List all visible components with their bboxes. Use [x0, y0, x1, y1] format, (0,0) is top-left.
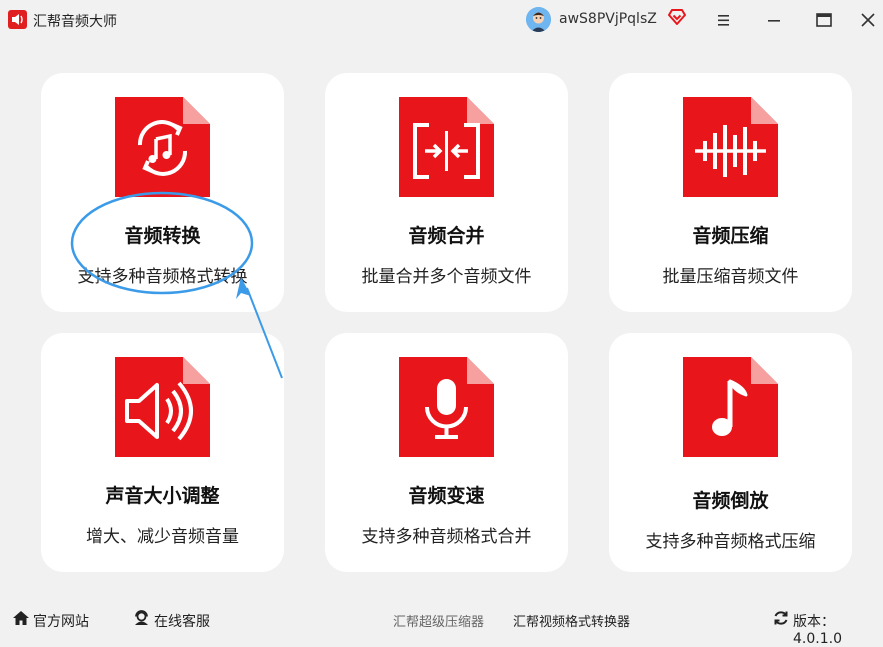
card-description: 批量压缩音频文件: [662, 267, 799, 287]
minimize-icon[interactable]: [764, 10, 784, 30]
card-audio-compress[interactable]: 音频压缩 批量压缩音频文件: [609, 73, 852, 312]
card-title: 音频倒放: [692, 490, 769, 512]
speaker-icon: [115, 357, 210, 457]
video-converter-link[interactable]: 汇帮视频格式转换器: [513, 611, 630, 630]
card-title: 音频转换: [124, 225, 201, 247]
card-description: 支持多种音频格式合并: [361, 527, 532, 547]
menu-icon[interactable]: [714, 10, 734, 30]
card-title: 音频压缩: [692, 225, 769, 247]
music-note-icon: [683, 357, 778, 457]
online-support-link[interactable]: 在线客服: [154, 611, 210, 631]
card-audio-reverse[interactable]: 音频倒放 支持多种音频格式压缩: [609, 333, 852, 572]
card-audio-convert[interactable]: 音频转换 支持多种音频格式转换: [41, 73, 284, 312]
card-audio-speed[interactable]: 音频变速 支持多种音频格式合并: [325, 333, 568, 572]
card-description: 支持多种音频格式压缩: [645, 532, 816, 552]
merge-icon: [399, 97, 494, 197]
microphone-icon: [399, 357, 494, 457]
close-icon[interactable]: [858, 10, 878, 30]
card-title: 声音大小调整: [105, 485, 220, 507]
card-description: 批量合并多个音频文件: [361, 267, 532, 287]
username-label: awS8PVjPqlsZ: [559, 11, 657, 27]
card-volume-adjust[interactable]: 声音大小调整 增大、减少音频音量: [41, 333, 284, 572]
vip-diamond-icon[interactable]: [667, 8, 687, 26]
refresh-icon[interactable]: [773, 610, 789, 626]
version-label: 版本：4.0.1.0: [793, 614, 842, 647]
card-description: 支持多种音频格式转换: [77, 267, 248, 287]
card-audio-merge[interactable]: 音频合并 批量合并多个音频文件: [325, 73, 568, 312]
waveform-icon: [683, 97, 778, 197]
super-compressor-link[interactable]: 汇帮超级压缩器: [393, 611, 484, 630]
official-website-link[interactable]: 官方网站: [33, 611, 89, 631]
app-logo-icon: [8, 10, 27, 29]
card-title: 音频变速: [408, 485, 485, 507]
music-convert-icon: [115, 97, 210, 197]
customer-service-icon: [135, 610, 148, 625]
app-title: 汇帮音频大师: [33, 14, 117, 30]
card-title: 音频合并: [408, 225, 485, 247]
footer-bar: 官方网站 在线客服 汇帮超级压缩器 汇帮视频格式转换器 版本：4.0.1.0: [0, 604, 883, 647]
card-description: 增大、减少音频音量: [86, 527, 239, 547]
maximize-icon[interactable]: [814, 10, 834, 30]
user-avatar[interactable]: [526, 7, 551, 32]
home-icon: [13, 611, 29, 625]
title-bar: 汇帮音频大师 awS8PVjPqlsZ: [0, 0, 883, 40]
